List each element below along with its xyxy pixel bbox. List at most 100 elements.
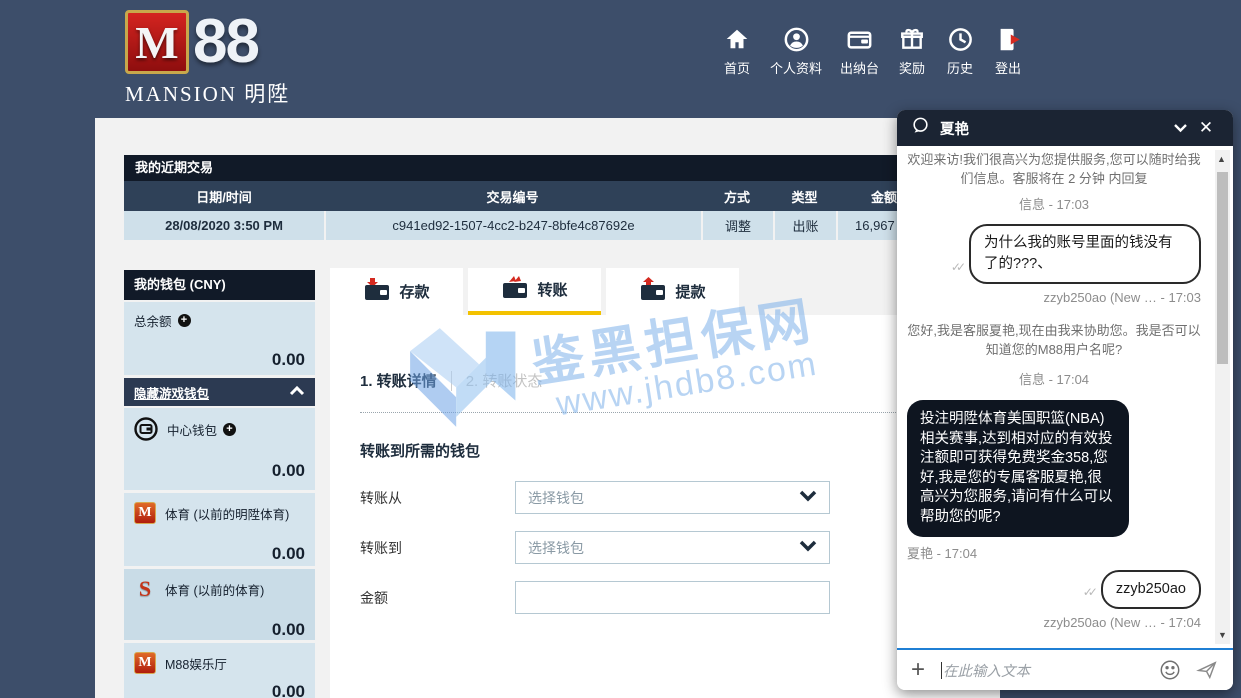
central-wallet-cell[interactable]: 中心钱包 + 0.00 [124, 408, 315, 490]
read-checks-icon: ✓✓ [951, 260, 961, 274]
tab-withdraw-label: 提款 [675, 281, 705, 302]
text-caret [941, 662, 942, 679]
transfer-from-select[interactable]: 选择钱包 [515, 481, 830, 514]
nav-cashier-label: 出纳台 [840, 58, 879, 77]
sports-legacy-amount: 0.00 [134, 620, 305, 640]
hide-game-wallets-toggle[interactable]: 隐藏游戏钱包 [124, 378, 315, 406]
sports-legacy-label: 体育 (以前的体育) [165, 580, 264, 599]
deposit-wallet-icon [363, 277, 391, 306]
chevron-down-icon [799, 489, 817, 507]
visitor-bubble: 为什么我的账号里面的钱没有了的???、 [969, 224, 1201, 284]
chat-agent-name: 夏艳 [940, 118, 1167, 139]
nav-history[interactable]: 历史 [945, 24, 975, 77]
home-icon [722, 24, 752, 54]
chat-input-bar: + 在此输入文本 [897, 650, 1233, 690]
transfer-to-row: 转账到 选择钱包 [360, 531, 830, 564]
chat-system-message: 您好,我是客服夏艳,现在由我来协助您。我是否可以知道您的M88用户名呢? [907, 321, 1201, 359]
total-balance-label: 总余额 [134, 311, 172, 330]
tab-deposit[interactable]: 存款 [330, 268, 463, 315]
col-transaction-id: 交易编号 [324, 181, 701, 211]
chat-close-icon[interactable]: ✕ [1193, 115, 1219, 141]
chat-visitor-message: ✓✓ 为什么我的账号里面的钱没有了的???、 [907, 224, 1201, 284]
chat-input-placeholder: 在此输入文本 [943, 660, 1030, 681]
withdraw-wallet-icon [639, 277, 667, 306]
amount-label: 金额 [360, 588, 515, 608]
cashier-tabs: 存款 转账 提款 [330, 268, 744, 315]
m88-logo-subtitle: MANSION 明陞 [125, 78, 290, 108]
nav-cashier[interactable]: 出纳台 [840, 24, 879, 77]
cashier-icon [845, 24, 875, 54]
transfer-wallet-icon [501, 275, 529, 304]
tab-withdraw[interactable]: 提款 [606, 268, 739, 315]
amount-input[interactable] [515, 581, 830, 614]
col-method: 方式 [701, 181, 773, 211]
m88-casino-label: M88娱乐厅 [165, 654, 227, 673]
sports-mansion-amount: 0.00 [134, 544, 305, 564]
attach-plus-icon[interactable]: + [911, 658, 925, 682]
plus-icon[interactable]: + [178, 314, 191, 327]
m88-casino-amount: 0.00 [134, 682, 305, 698]
emoji-icon[interactable] [1159, 659, 1181, 681]
hide-game-wallets-label: 隐藏游戏钱包 [134, 383, 289, 402]
send-icon[interactable] [1195, 659, 1219, 681]
amount-row: 金额 [360, 581, 830, 614]
scroll-up-icon[interactable]: ▲ [1217, 154, 1226, 164]
nav-profile-label: 个人资料 [770, 58, 822, 77]
chat-text-input[interactable]: 在此输入文本 [941, 660, 1145, 681]
central-wallet-icon [134, 417, 158, 441]
m88-casino-cell[interactable]: M M88娱乐厅 0.00 [124, 643, 315, 698]
total-balance-amount: 0.00 [134, 350, 305, 370]
nav-history-label: 历史 [947, 58, 973, 77]
chat-message-meta: zzyb250ao (New … - 17:04 [907, 615, 1201, 630]
step-transfer-status: 2. 转账状态 [466, 370, 543, 391]
logout-icon [993, 24, 1023, 54]
transfer-from-placeholder: 选择钱包 [528, 488, 799, 508]
s-letter-icon: S [134, 578, 156, 600]
form-heading: 转账到所需的钱包 [360, 440, 480, 461]
chat-system-message: 欢迎来访!我们很高兴为您提供服务,您可以随时给我们信息。客服将在 2 分钟 内回… [907, 150, 1201, 188]
scroll-down-icon[interactable]: ▼ [1218, 630, 1227, 640]
transfer-to-placeholder: 选择钱包 [528, 538, 799, 558]
m88-logo-88: 88 [193, 10, 258, 74]
m88-logo-m: M [135, 16, 178, 69]
scrollbar-thumb[interactable] [1217, 172, 1228, 364]
plus-icon[interactable]: + [223, 423, 236, 436]
top-navigation: 首页 个人资料 出纳台 奖励 历史 [722, 24, 1041, 77]
chat-header[interactable]: 夏艳 ✕ [897, 110, 1233, 146]
chat-message-meta: 夏艳 - 17:04 [907, 543, 1201, 562]
tab-transfer-label: 转账 [537, 279, 567, 300]
recent-transactions-table: 我的近期交易 日期/时间 交易编号 方式 类型 金额 28/08/2020 3:… [124, 155, 971, 240]
chat-window: 夏艳 ✕ 欢迎来访!我们很高兴为您提供服务,您可以随时给我们信息。客服将在 2 … [897, 110, 1233, 690]
nav-logout[interactable]: 登出 [993, 24, 1023, 77]
nav-home[interactable]: 首页 [722, 24, 752, 77]
sports-legacy-cell[interactable]: S 体育 (以前的体育) 0.00 [124, 569, 315, 640]
page: M 88 MANSION 明陞 首页 个人资料 出纳台 [0, 0, 1241, 698]
chat-minimize-icon[interactable] [1167, 115, 1193, 141]
wallet-sidebar: 我的钱包 (CNY) 总余额 + 0.00 隐藏游戏钱包 [124, 270, 315, 698]
dotted-divider [360, 412, 970, 413]
transactions-header-row: 日期/时间 交易编号 方式 类型 金额 [124, 181, 971, 211]
content-panel: 我的近期交易 日期/时间 交易编号 方式 类型 金额 28/08/2020 3:… [95, 118, 1000, 698]
step-indicator: 1. 转账详情 2. 转账状态 [360, 370, 542, 391]
chat-agent-message: 投注明陞体育美国职篮(NBA)相关赛事,达到相对应的有效投注额即可获得免费奖金3… [907, 400, 1201, 537]
m88-logo-emblem: M [125, 10, 189, 74]
transfer-to-select[interactable]: 选择钱包 [515, 531, 830, 564]
nav-rewards[interactable]: 奖励 [897, 24, 927, 77]
transfer-to-label: 转账到 [360, 538, 515, 558]
tab-deposit-label: 存款 [399, 281, 429, 302]
nav-home-label: 首页 [724, 58, 750, 77]
nav-profile[interactable]: 个人资料 [770, 24, 822, 77]
central-wallet-label: 中心钱包 [167, 420, 217, 439]
cell-type: 出账 [773, 211, 836, 240]
wallet-title: 我的钱包 (CNY) [124, 270, 315, 300]
sports-mansion-label: 体育 (以前的明陞体育) [165, 504, 289, 523]
visitor-bubble: zzyb250ao [1101, 570, 1201, 609]
chat-scrollbar[interactable]: ▲ ▼ [1215, 150, 1230, 644]
profile-icon [781, 24, 811, 54]
transfer-from-row: 转账从 选择钱包 [360, 481, 830, 514]
tab-transfer[interactable]: 转账 [468, 268, 601, 315]
chat-bubble-icon [911, 116, 930, 140]
m88-logo[interactable]: M 88 MANSION 明陞 [125, 10, 290, 108]
cell-method: 调整 [701, 211, 773, 240]
sports-mansion-cell[interactable]: M 体育 (以前的明陞体育) 0.00 [124, 493, 315, 566]
